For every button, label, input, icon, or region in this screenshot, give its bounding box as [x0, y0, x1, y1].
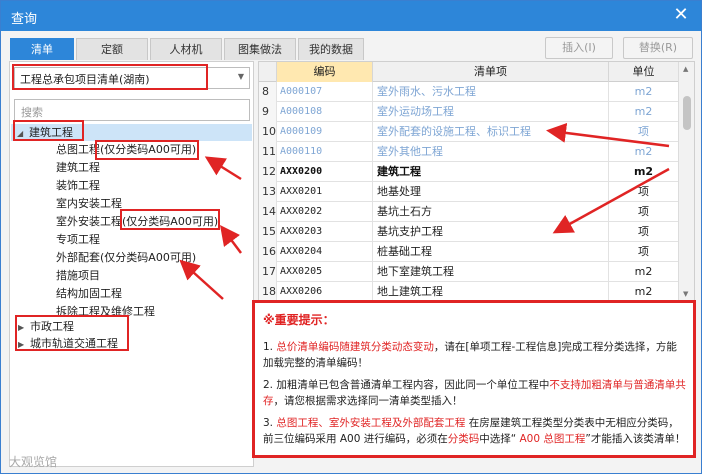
arrow-to-external: [179, 259, 224, 300]
annotation-arrows: [179, 122, 670, 300]
query-dialog: 查询 ✕ 清单 定额 人材机 图集做法 我的数据 插入(I) 替换(R) 工程总…: [0, 0, 702, 474]
arrow-to-row-10: [546, 122, 670, 148]
arrow-to-row-15: [552, 167, 670, 234]
arrow-to-site-plan: [204, 156, 242, 181]
arrow-to-outdoor: [220, 225, 242, 254]
